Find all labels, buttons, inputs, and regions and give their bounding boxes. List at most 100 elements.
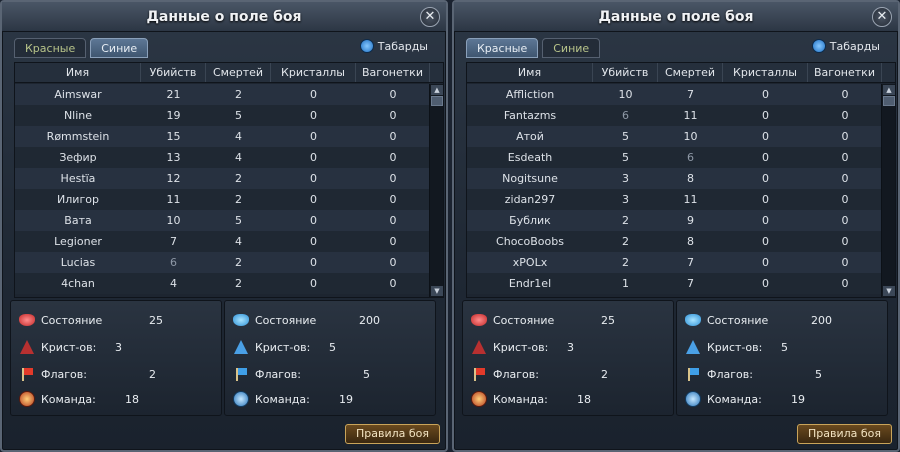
table-row[interactable]: zidan297 3 11 0 0 xyxy=(467,189,882,210)
stat-state: Состояние 25 xyxy=(469,309,669,331)
table-body: Aimswar 21 2 0 0 Nline 19 5 0 0 Rømmstein 15 4 0 0 З… xyxy=(15,84,430,297)
table-row[interactable]: Rømmstein 15 4 0 0 xyxy=(15,126,430,147)
wagons-cell: 0 xyxy=(841,109,849,122)
table-row[interactable]: Affliction 10 7 0 0 xyxy=(467,84,882,105)
kills-cell: 7 xyxy=(170,235,177,248)
tabard-icon xyxy=(359,39,374,53)
stat-flags: Флагов: 2 xyxy=(469,363,669,385)
scroll-down-button[interactable]: ▼ xyxy=(431,286,443,296)
crystals-cell: 0 xyxy=(310,109,317,122)
blue-team-icon xyxy=(231,390,251,408)
table-row[interactable]: Aimswar 21 2 0 0 xyxy=(15,84,430,105)
table-row[interactable]: Endr1el 1 7 0 0 xyxy=(467,273,882,294)
deaths-cell: 5 xyxy=(235,109,242,122)
crystals-cell: 0 xyxy=(762,235,769,248)
battle-rules-button[interactable]: Правила боя xyxy=(796,424,892,444)
player-name: ChocoBoobs xyxy=(496,235,564,248)
crystals-cell: 0 xyxy=(310,256,317,269)
kills-cell: 2 xyxy=(622,256,629,269)
table-row[interactable]: xPOLx 2 7 0 0 xyxy=(467,252,882,273)
scrollbar[interactable]: ▲ ▼ xyxy=(881,84,895,297)
red-gem-icon xyxy=(17,311,37,329)
kills-cell: 4 xyxy=(170,277,177,290)
player-name: Rømmstein xyxy=(46,130,110,143)
scroll-up-button[interactable]: ▲ xyxy=(431,85,443,95)
col-crystals[interactable]: Кристаллы xyxy=(271,63,356,82)
close-button[interactable]: ✕ xyxy=(420,7,440,27)
table-row[interactable]: 4chan 4 2 0 0 xyxy=(15,273,430,294)
stat-state: Состояние 25 xyxy=(17,309,217,331)
panel-title: Данные о поле боя xyxy=(146,9,302,25)
stat-value: 200 xyxy=(811,313,832,327)
titlebar[interactable]: Данные о поле боя ✕ xyxy=(454,2,898,32)
stat-team: Команда: 18 xyxy=(469,388,669,410)
col-deaths[interactable]: Смертей xyxy=(658,63,723,82)
titlebar[interactable]: Данные о поле боя ✕ xyxy=(2,2,446,32)
tabard-icon xyxy=(811,39,826,53)
player-name: Илигор xyxy=(57,193,99,206)
scroll-down-button[interactable]: ▼ xyxy=(883,286,895,296)
deaths-cell: 2 xyxy=(235,277,242,290)
col-name[interactable]: Имя xyxy=(467,63,593,82)
red-flag-icon xyxy=(469,365,489,383)
kills-cell: 19 xyxy=(166,109,181,122)
wagons-cell: 0 xyxy=(389,130,397,143)
table-row[interactable]: Lucias 6 2 0 0 xyxy=(15,252,430,273)
player-name: Affliction xyxy=(505,88,555,101)
scrollbar[interactable]: ▲ ▼ xyxy=(429,84,443,297)
blue-team-stats: Состояние 200 Крист-ов: 5 Флагов: 5 Кома… xyxy=(224,300,436,416)
wagons-cell: 0 xyxy=(389,277,397,290)
table-row[interactable]: Fantazms 6 11 0 0 xyxy=(467,105,882,126)
crystals-cell: 0 xyxy=(762,130,769,143)
table-row[interactable]: Бублик 2 9 0 0 xyxy=(467,210,882,231)
stat-value: 25 xyxy=(601,313,615,327)
players-table: Имя Убийств Смертей Кристаллы Вагонетки … xyxy=(466,62,896,298)
crystals-cell: 0 xyxy=(310,235,317,248)
col-crystals[interactable]: Кристаллы xyxy=(723,63,808,82)
tabard-toggle[interactable]: Табарды xyxy=(359,39,428,53)
player-name: Esdeath xyxy=(507,151,553,164)
wagons-cell: 0 xyxy=(841,151,849,164)
col-wagons[interactable]: Вагонетки xyxy=(356,63,430,82)
wagons-cell: 0 xyxy=(389,256,397,269)
stat-flags: Флагов: 2 xyxy=(17,363,217,385)
stat-flags: Флагов: 5 xyxy=(231,363,431,385)
table-row[interactable]: Hestïa 12 2 0 0 xyxy=(15,168,430,189)
stat-label: Команда: xyxy=(493,392,548,406)
close-button[interactable]: ✕ xyxy=(872,7,892,27)
col-kills[interactable]: Убийств xyxy=(141,63,206,82)
wagons-cell: 0 xyxy=(841,130,849,143)
tabard-toggle[interactable]: Табарды xyxy=(811,39,880,53)
table-row[interactable]: ChocoBoobs 2 8 0 0 xyxy=(467,231,882,252)
table-row[interactable]: Legioner 7 4 0 0 xyxy=(15,231,430,252)
tab-blue[interactable]: Синие xyxy=(542,38,601,58)
col-name[interactable]: Имя xyxy=(15,63,141,82)
col-deaths[interactable]: Смертей xyxy=(206,63,271,82)
stat-value: 200 xyxy=(359,313,380,327)
scroll-up-button[interactable]: ▲ xyxy=(883,85,895,95)
tab-red[interactable]: Красные xyxy=(14,38,87,58)
scroll-thumb[interactable] xyxy=(431,96,443,106)
stat-label: Состояние xyxy=(707,313,769,327)
table-row[interactable]: Зефир 13 4 0 0 xyxy=(15,147,430,168)
panel-title: Данные о поле боя xyxy=(598,9,754,25)
table-row[interactable]: Esdeath 5 6 0 0 xyxy=(467,147,882,168)
crystals-cell: 0 xyxy=(762,88,769,101)
table-row[interactable]: Nline 19 5 0 0 xyxy=(15,105,430,126)
col-wagons[interactable]: Вагонетки xyxy=(808,63,882,82)
table-row[interactable]: Nogitsune 3 8 0 0 xyxy=(467,168,882,189)
table-header: Имя Убийств Смертей Кристаллы Вагонетки xyxy=(467,63,895,83)
stat-value: 5 xyxy=(815,367,822,381)
table-row[interactable]: Вата 10 5 0 0 xyxy=(15,210,430,231)
player-name: Вата xyxy=(64,214,92,227)
tab-red[interactable]: Красные xyxy=(466,38,539,58)
table-row[interactable]: Атой 5 10 0 0 xyxy=(467,126,882,147)
wagons-cell: 0 xyxy=(389,235,397,248)
col-kills[interactable]: Убийств xyxy=(593,63,658,82)
battle-rules-button[interactable]: Правила боя xyxy=(344,424,440,444)
player-name: Fantazms xyxy=(503,109,557,122)
table-row[interactable]: Илигор 11 2 0 0 xyxy=(15,189,430,210)
tab-blue[interactable]: Синие xyxy=(90,38,149,58)
player-name: 4chan xyxy=(61,277,95,290)
scroll-thumb[interactable] xyxy=(883,96,895,106)
